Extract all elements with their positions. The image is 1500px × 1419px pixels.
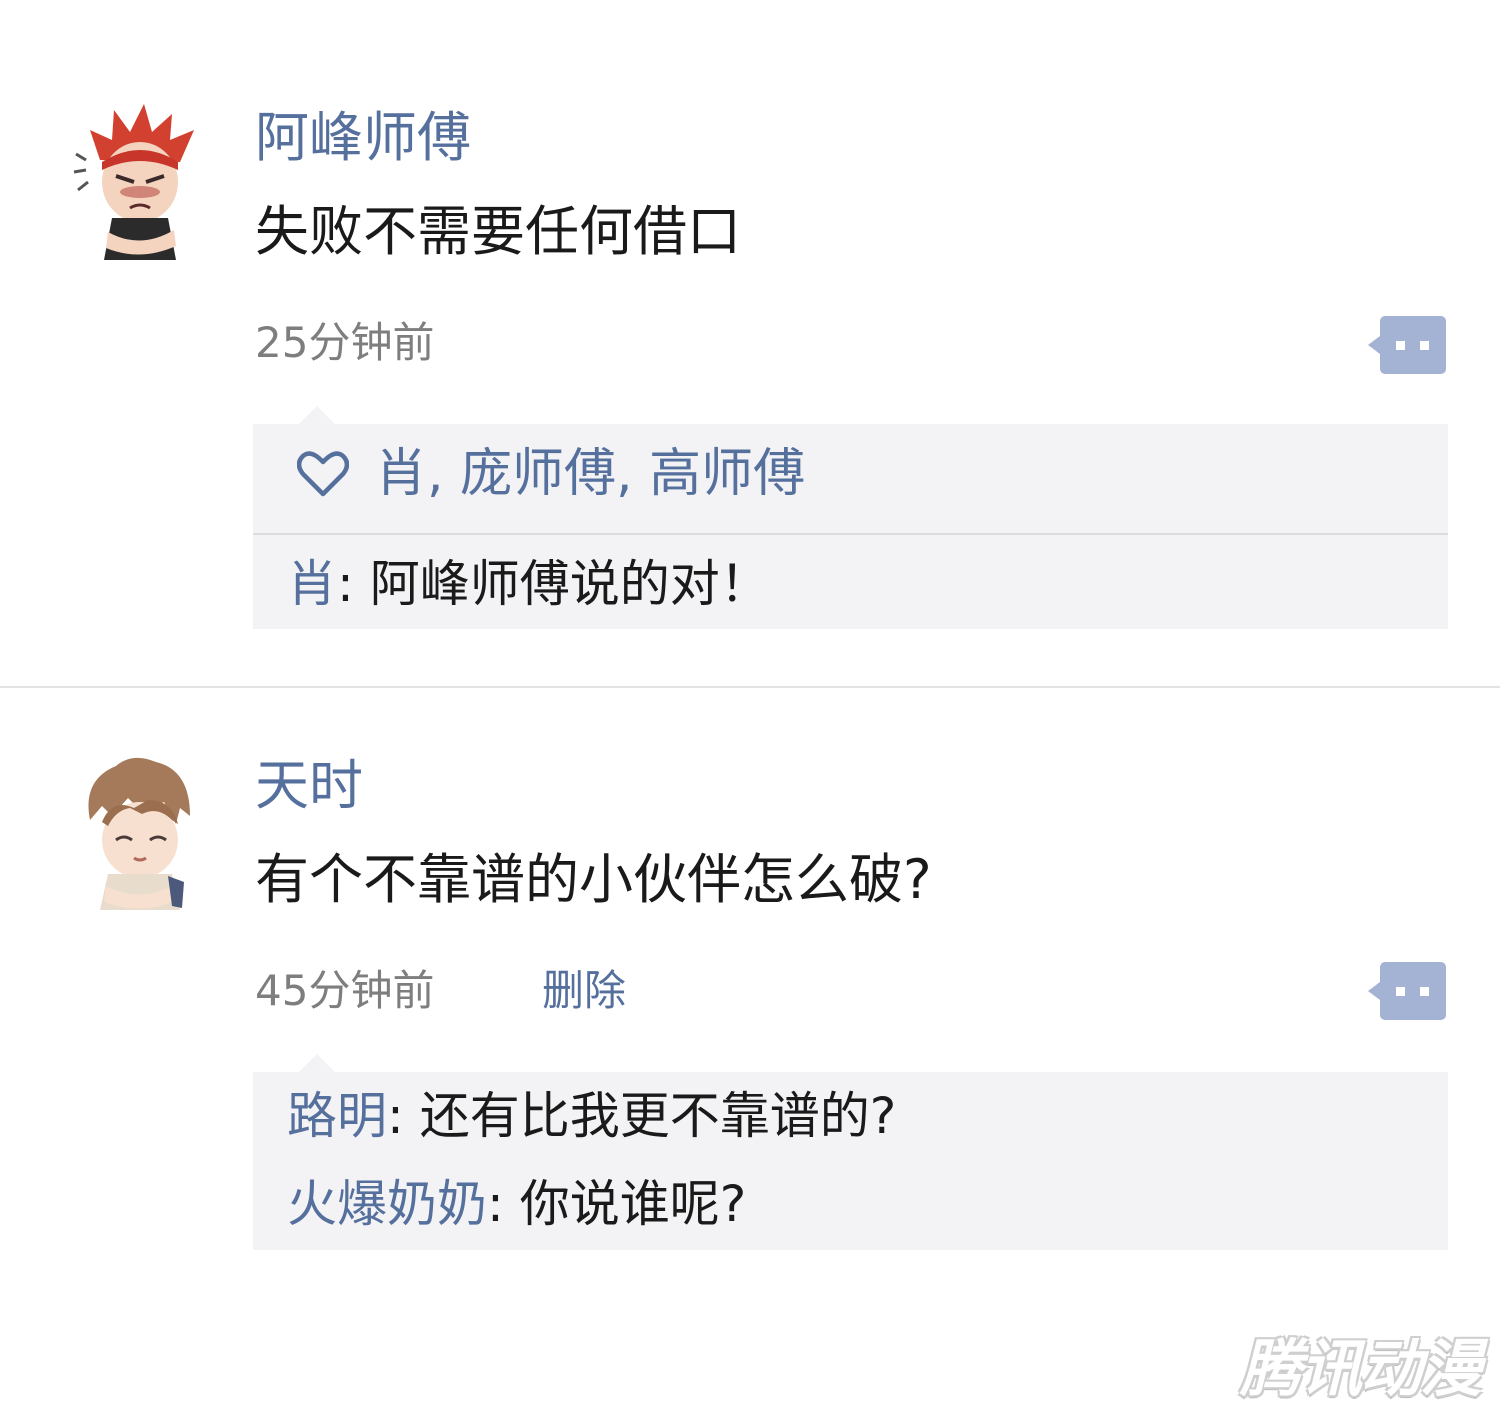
avatar-brown-hair[interactable] [72, 750, 202, 910]
reply-separator: : [387, 1087, 420, 1145]
post-content: 有个不靠谱的小伙伴怎么破? [255, 848, 932, 911]
delete-button[interactable]: 删除 [542, 966, 626, 1016]
moment-post: 天时 有个不靠谱的小伙伴怎么破? 45分钟前 删除 路明: 还有比我更不靠谱的?… [0, 688, 1500, 1419]
likes-list[interactable]: 肖, 庞师傅, 高师傅 [375, 442, 805, 506]
post-author[interactable]: 阿峰师傅 [255, 106, 471, 170]
post-timestamp: 25分钟前 [255, 318, 435, 367]
comment-bubble-icon[interactable] [1366, 316, 1446, 374]
moment-post: 阿峰师傅 失败不需要任何借口 25分钟前 肖, 庞师傅, 高师傅 肖: 阿峰师傅… [0, 0, 1500, 686]
heart-icon [297, 451, 349, 497]
reply-item[interactable]: 肖: 阿峰师傅说的对！ [287, 552, 770, 616]
watermark-logo: 腾讯动漫 [1240, 1332, 1482, 1405]
likes-row: 肖, 庞师傅, 高师傅 [253, 424, 1448, 533]
panel-pointer [299, 1054, 335, 1072]
reply-author[interactable]: 火爆奶奶 [287, 1175, 487, 1233]
panel-divider [253, 533, 1448, 535]
reply-author[interactable]: 肖 [287, 555, 337, 613]
reply-item[interactable]: 火爆奶奶: 你说谁呢? [287, 1172, 746, 1236]
comment-bubble-icon[interactable] [1366, 962, 1446, 1020]
reply-separator: : [487, 1175, 520, 1233]
reply-separator: : [337, 555, 370, 613]
avatar-red-hair[interactable] [72, 100, 202, 260]
reply-item[interactable]: 路明: 还有比我更不靠谱的? [287, 1084, 896, 1148]
post-timestamp: 45分钟前 [255, 966, 435, 1015]
interaction-panel: 肖, 庞师傅, 高师傅 肖: 阿峰师傅说的对！ [253, 406, 1448, 629]
reply-author[interactable]: 路明 [287, 1087, 387, 1145]
reply-text: 你说谁呢? [519, 1175, 747, 1233]
post-content: 失败不需要任何借口 [255, 200, 741, 263]
interaction-panel: 路明: 还有比我更不靠谱的? 火爆奶奶: 你说谁呢? [253, 1054, 1448, 1250]
reply-text: 还有比我更不靠谱的? [419, 1087, 897, 1145]
post-author[interactable]: 天时 [255, 754, 363, 818]
reply-text: 阿峰师傅说的对！ [369, 555, 770, 613]
panel-pointer [299, 406, 335, 424]
